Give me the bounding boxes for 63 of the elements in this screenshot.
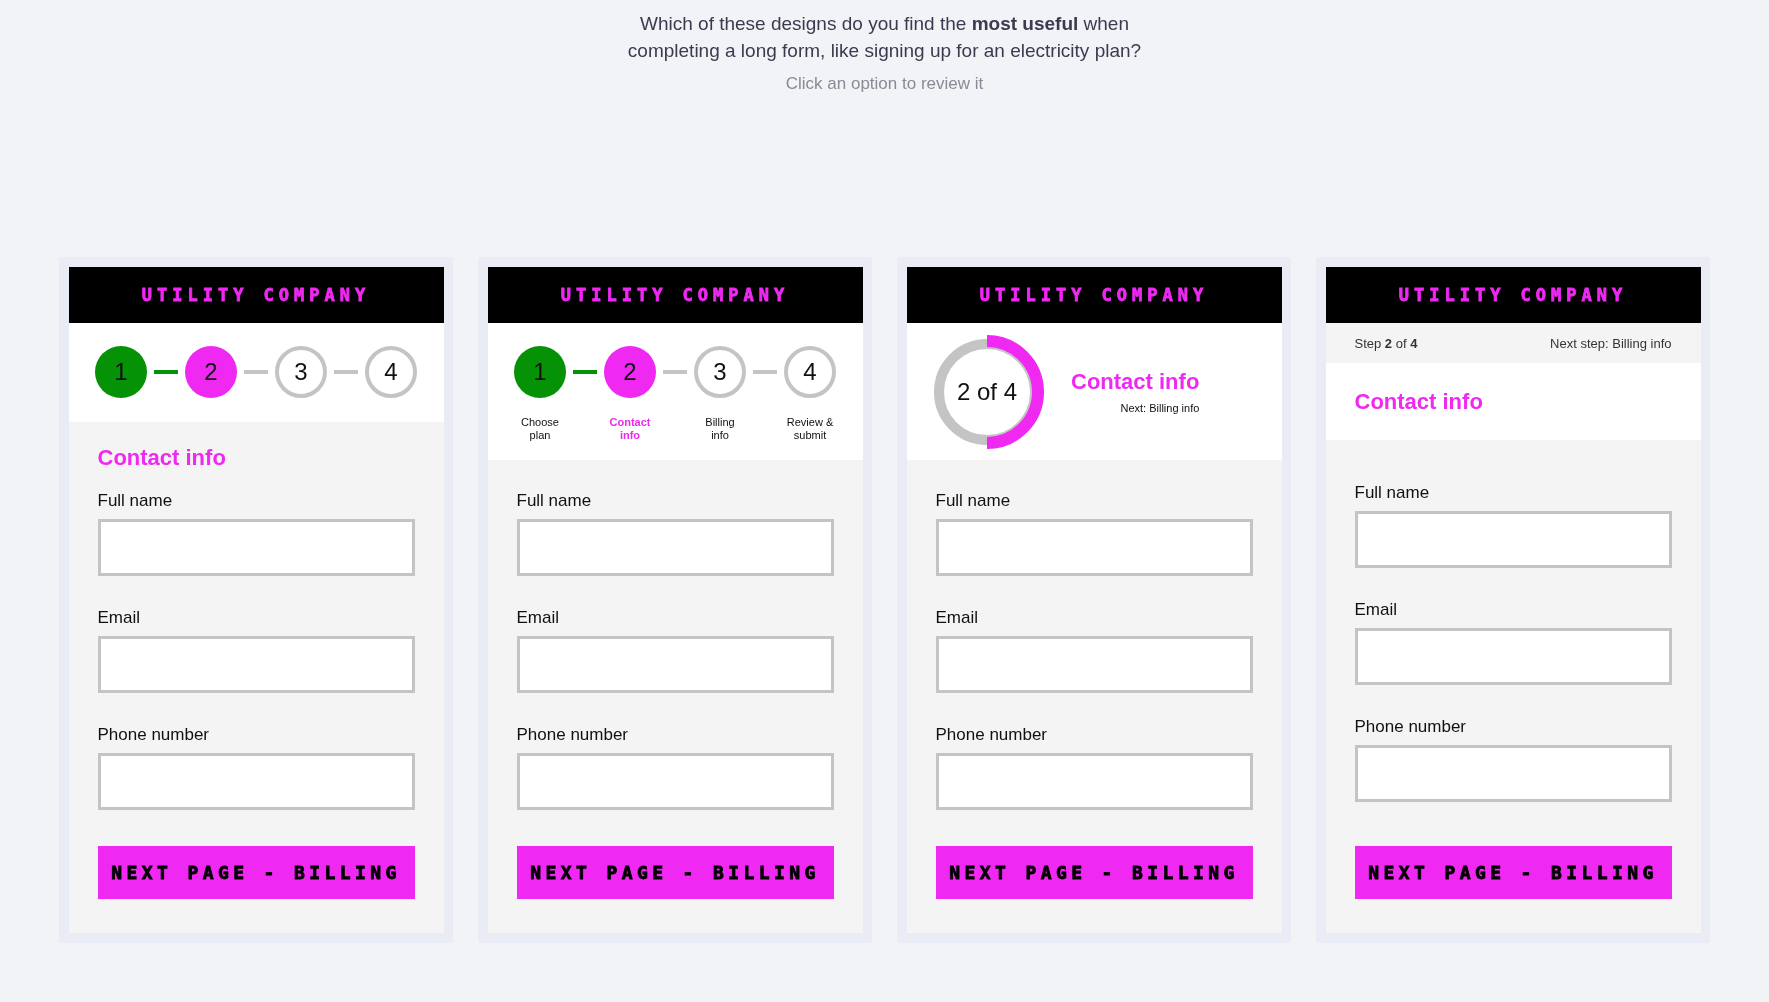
question-text: Which of these designs do you find the most useful when completing a long form, like signing up for an electricity plan? xyxy=(626,12,1143,63)
step-label: Choose plan xyxy=(520,416,560,442)
progress-text: 2 of 4 xyxy=(957,377,1017,406)
brand-name: UTILITY COMPANY xyxy=(1398,285,1628,305)
hint-text: Click an option to review it xyxy=(784,74,985,94)
input-field[interactable] xyxy=(935,753,1253,810)
field-label: Full name xyxy=(516,491,593,511)
field-label: Phone number xyxy=(935,725,1049,745)
field-label: Full name xyxy=(1354,483,1431,503)
next-page-button[interactable]: NEXT PAGE - BILLING xyxy=(516,846,834,899)
next-step-text: Next step: Billing info xyxy=(1550,335,1672,351)
field-label: Email xyxy=(97,608,141,628)
step-counter-text: Step 2 of 4 xyxy=(1354,335,1418,351)
section-title: Contact info xyxy=(97,445,227,471)
input-field[interactable] xyxy=(516,636,834,693)
field-label: Email xyxy=(935,608,979,628)
step-number: 3 xyxy=(694,346,746,398)
step-label: Review & submit xyxy=(786,416,834,442)
brand-name: UTILITY COMPANY xyxy=(141,285,371,305)
design-option[interactable]: UTILITY COMPANY 1 2 3 4 Contact info Full name Email Phone number NEXT PAGE - BILLING xyxy=(59,257,453,943)
input-field[interactable] xyxy=(516,519,834,576)
input-field[interactable] xyxy=(1354,745,1672,802)
step-connector xyxy=(154,370,178,374)
step-number: 1 xyxy=(95,346,147,398)
step-label: Contact info xyxy=(608,416,652,442)
input-field[interactable] xyxy=(97,753,415,810)
field-label: Phone number xyxy=(1354,717,1468,737)
brand-name: UTILITY COMPANY xyxy=(979,285,1209,305)
step-number: 2 xyxy=(604,346,656,398)
step-connector xyxy=(573,370,597,374)
section-title: Contact info xyxy=(1071,368,1200,395)
input-field[interactable] xyxy=(935,519,1253,576)
next-step-text: Next: Billing info xyxy=(1120,400,1200,415)
input-field[interactable] xyxy=(1354,628,1672,685)
field-label: Full name xyxy=(97,491,174,511)
field-label: Phone number xyxy=(97,725,211,745)
field-label: Phone number xyxy=(516,725,630,745)
next-page-button[interactable]: NEXT PAGE - BILLING xyxy=(97,846,415,899)
step-connector xyxy=(244,370,268,374)
brand-name: UTILITY COMPANY xyxy=(560,285,790,305)
step-connector xyxy=(663,370,687,374)
field-label: Email xyxy=(1354,600,1398,620)
design-option[interactable]: UTILITY COMPANY 2 of 4 Contact info Next: Billing info Full name Email Phone number NEXT PAGE - BILLING xyxy=(897,257,1291,943)
input-field[interactable] xyxy=(516,753,834,810)
field-label: Full name xyxy=(935,491,1012,511)
input-field[interactable] xyxy=(935,636,1253,693)
step-number: 4 xyxy=(784,346,836,398)
step-connector xyxy=(753,370,777,374)
step-label: Billing info xyxy=(704,416,736,442)
step-number: 1 xyxy=(514,346,566,398)
step-number: 2 xyxy=(185,346,237,398)
step-connector xyxy=(334,370,358,374)
step-number: 4 xyxy=(365,346,417,398)
section-title: Contact info xyxy=(1354,388,1483,415)
next-page-button[interactable]: NEXT PAGE - BILLING xyxy=(935,846,1253,899)
step-number: 3 xyxy=(275,346,327,398)
design-option[interactable]: UTILITY COMPANY Step 2 of 4 Next step: Billing info Contact info Full name Email Phone number NEXT PAGE - BILLING xyxy=(1316,257,1710,943)
design-option[interactable]: UTILITY COMPANY 1 Choose plan 2 Contact info 3 Billing info 4 Review & submit Full name Email Phone number NEXT PAGE - BILLING xyxy=(478,257,872,943)
next-page-button[interactable]: NEXT PAGE - BILLING xyxy=(1354,846,1672,899)
input-field[interactable] xyxy=(97,519,415,576)
field-label: Email xyxy=(516,608,560,628)
input-field[interactable] xyxy=(1354,511,1672,568)
input-field[interactable] xyxy=(97,636,415,693)
